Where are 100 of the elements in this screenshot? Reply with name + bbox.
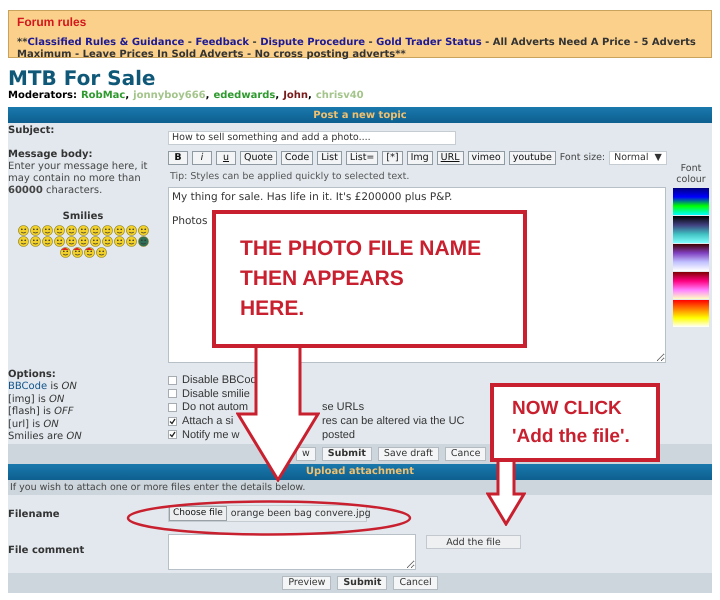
smilies-title: Smilies	[62, 210, 104, 222]
smiley-icon[interactable]	[96, 246, 106, 258]
form-button[interactable]: Submit	[337, 576, 388, 590]
form-button[interactable]: Preview	[282, 576, 332, 590]
file-comment-field[interactable]	[168, 534, 416, 570]
format-button[interactable]: Code	[280, 150, 314, 164]
option-status: [img] is ON	[8, 394, 66, 406]
format-button[interactable]: u	[216, 150, 236, 164]
upload-info-text: If you wish to attach one or more files enter the details below.	[8, 480, 712, 494]
font-colour-label: Font colour	[675, 162, 707, 184]
option-status: BBCode is ON	[8, 381, 78, 394]
smiley-icon[interactable]	[60, 246, 70, 258]
smiley-icon[interactable]	[18, 224, 28, 236]
smiley-icon[interactable]	[18, 236, 28, 246]
name-separator: ,	[308, 90, 312, 101]
smiley-icon[interactable]	[54, 236, 64, 246]
checkbox-label: posted	[322, 428, 356, 441]
checkbox-label: se URLs	[322, 401, 364, 414]
smiley-icon[interactable]	[90, 236, 100, 246]
checkbox[interactable]	[168, 430, 177, 440]
checkbox-label: Attach a si	[182, 415, 234, 428]
moderator-link[interactable]: ededwards	[213, 90, 276, 101]
callout-text: THE PHOTO FILE NAME	[240, 236, 482, 262]
smiley-icon[interactable]	[102, 224, 112, 236]
tip-text: Tip: Styles can be applied quickly to selected text.	[170, 171, 410, 182]
callout-text: THEN APPEARS	[240, 266, 405, 292]
checkbox[interactable]	[168, 416, 177, 426]
checkbox[interactable]	[168, 389, 177, 398]
rules-link[interactable]: Dispute Procedure	[260, 37, 366, 48]
smiley-icon[interactable]	[78, 236, 88, 246]
form-button[interactable]: Cance	[444, 446, 486, 460]
moderator-link[interactable]: John	[283, 90, 308, 101]
smiley-icon[interactable]	[126, 224, 136, 236]
smiley-icon[interactable]	[72, 246, 82, 258]
font-size-label: Font size:	[560, 152, 606, 163]
smiley-icon[interactable]	[42, 236, 52, 246]
smiley-icon[interactable]	[42, 224, 52, 236]
callout-text: NOW CLICK	[512, 396, 623, 420]
format-button[interactable]: List	[317, 150, 342, 164]
smiley-icon[interactable]	[78, 224, 88, 236]
format-button[interactable]: B	[168, 150, 188, 164]
smiley-icon[interactable]	[138, 236, 148, 246]
callout-text: HERE.	[240, 296, 306, 322]
smiley-icon[interactable]	[66, 224, 76, 236]
format-button[interactable]: youtube	[508, 150, 556, 164]
add-file-button[interactable]: Add the file	[426, 534, 521, 548]
panel-header: Post a new topic	[8, 107, 712, 123]
form-button[interactable]: Submit	[322, 446, 372, 460]
checkbox[interactable]	[168, 376, 177, 385]
form-button[interactable]: Cancel	[393, 576, 438, 590]
smiley-icon[interactable]	[126, 236, 136, 246]
moderator-link[interactable]: RobMac	[80, 90, 126, 101]
smiley-icon[interactable]	[30, 236, 40, 246]
bbcode-link[interactable]: BBCode	[8, 381, 48, 392]
moderators-label: Moderators:	[8, 90, 77, 101]
smiley-icon[interactable]	[114, 224, 124, 236]
subject-field[interactable]: How to sell something and add a photo....	[168, 130, 456, 144]
checkbox-label: res can be altered via the UC	[322, 415, 464, 428]
format-button[interactable]: URL	[436, 150, 464, 164]
option-status: Smilies are ON	[8, 431, 83, 444]
checkbox-label: Do not autom	[182, 401, 248, 414]
format-button[interactable]: Img	[406, 150, 433, 164]
rules-link[interactable]: Feedback	[195, 37, 250, 48]
rules-link[interactable]: Classified Rules & Guidance	[27, 37, 184, 48]
font-size-select[interactable]: Normal ▼	[609, 150, 667, 164]
format-button[interactable]: List=	[346, 150, 378, 164]
options-label: Options:	[8, 368, 57, 381]
color-palette[interactable]	[673, 188, 709, 328]
callout-text: 'Add the file'.	[512, 424, 631, 448]
message-body-label: Message body:	[8, 148, 94, 160]
forum-rules-title: Forum rules	[17, 15, 88, 29]
subject-label: Subject:	[8, 125, 56, 136]
forum-rules-text: **Classified Rules & Guidance - Feedback - Dispute Procedure - Gold Trader Status - All Adverts Need A Price - 5 Adverts Maximum - Leave Prices In Sold Adverts - No cross posting adverts**	[17, 37, 697, 61]
form-button[interactable]: w	[296, 446, 316, 460]
format-button[interactable]: Quote	[240, 150, 277, 164]
format-button[interactable]: [*]	[382, 150, 403, 164]
format-button[interactable]: vimeo	[468, 150, 505, 164]
rules-link[interactable]: Gold Trader Status	[376, 37, 482, 48]
checkbox-label: Notify me w	[182, 428, 240, 441]
file-comment-label: File comment	[8, 544, 86, 556]
checkbox-label: Disable smilie	[182, 388, 250, 400]
forum-title: MTB For Sale	[8, 66, 156, 90]
message-body-description: Enter your message here, it may contain no more than 60000 characters.	[8, 160, 148, 196]
option-status: [flash] is OFF	[8, 406, 74, 418]
smiley-icon[interactable]	[30, 224, 40, 236]
smiley-icon[interactable]	[138, 224, 148, 236]
checkbox[interactable]	[168, 402, 177, 412]
format-button[interactable]: i	[192, 150, 212, 164]
smiley-icon[interactable]	[84, 246, 94, 258]
choose-file-button[interactable]: Choose file	[169, 506, 227, 520]
smiley-icon[interactable]	[114, 236, 124, 246]
smiley-icon[interactable]	[66, 236, 76, 246]
filename-label: Filename	[8, 508, 61, 520]
option-status: [url] is ON	[8, 418, 60, 431]
name-separator: ,	[125, 90, 130, 101]
smiley-icon[interactable]	[90, 224, 100, 236]
name-separator: ,	[206, 90, 210, 101]
smiley-icon[interactable]	[102, 236, 112, 246]
form-button[interactable]: Save draft	[378, 446, 439, 460]
smiley-icon[interactable]	[54, 224, 64, 236]
